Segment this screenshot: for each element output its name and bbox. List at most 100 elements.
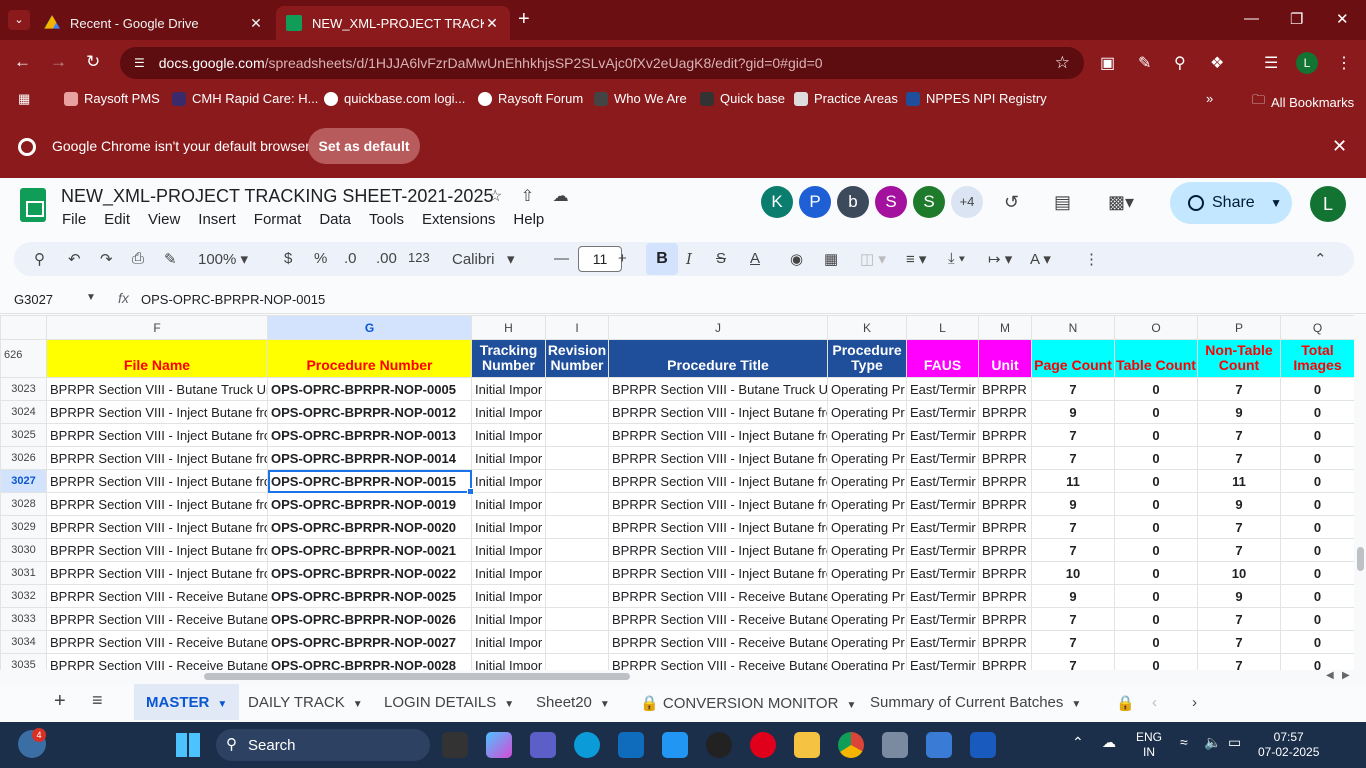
header-cell[interactable]: Table Count (1114, 339, 1198, 378)
table-cell[interactable]: Initial Impor (471, 469, 546, 493)
table-cell[interactable]: 7 (1197, 446, 1281, 470)
decrease-font-size-icon[interactable]: — (554, 250, 569, 267)
table-cell[interactable]: 9 (1197, 400, 1281, 424)
header-cell[interactable]: Procedure Title (608, 339, 828, 378)
reload-icon[interactable]: ↻ (86, 52, 100, 72)
row-number[interactable]: 3034 (0, 630, 47, 654)
format-currency-button[interactable]: $ (284, 250, 292, 267)
row-number[interactable]: 3025 (0, 423, 47, 447)
header-cell[interactable]: Unit (978, 339, 1032, 378)
table-cell[interactable]: BPRPR Section VIII - Inject Butane frc (46, 400, 268, 424)
table-cell[interactable]: 7 (1031, 446, 1115, 470)
table-cell[interactable]: Initial Impor (471, 584, 546, 608)
table-cell[interactable]: East/Termir (906, 515, 979, 539)
account-avatar[interactable]: L (1310, 186, 1346, 222)
row-number[interactable]: 3028 (0, 492, 47, 516)
redo-icon[interactable]: ↷ (100, 250, 113, 268)
share-dropdown-chevron-icon[interactable]: ▼ (1270, 196, 1282, 210)
zoom-icon[interactable]: ⚲ (1174, 53, 1186, 73)
table-cell[interactable]: BPRPR Section VIII - Receive Butane f (46, 653, 268, 670)
header-cell[interactable]: File Name (46, 339, 268, 378)
browser-menu-icon[interactable]: ⋮ (1336, 53, 1352, 73)
column-header-k[interactable]: K (827, 315, 907, 340)
collaborator-avatar[interactable]: S (913, 186, 945, 218)
row-number[interactable]: 3026 (0, 446, 47, 470)
table-cell[interactable]: BPRPR Section VIII - Receive Butane (608, 630, 828, 654)
menu-view[interactable]: View (148, 211, 180, 228)
move-folder-icon[interactable]: ⇧ (521, 188, 534, 205)
horizontal-align-icon[interactable]: ≡ ▾ (906, 250, 926, 268)
table-cell[interactable]: 10 (1197, 561, 1281, 585)
collapse-toolbar-chevron-icon[interactable]: ⌃ (1314, 250, 1327, 268)
table-cell[interactable] (545, 653, 609, 670)
table-cell[interactable] (545, 377, 609, 401)
table-cell[interactable]: 7 (1197, 538, 1281, 562)
table-cell[interactable]: OPS-OPRC-BPRPR-NOP-0012 (267, 400, 472, 424)
formula-input[interactable]: OPS-OPRC-BPRPR-NOP-0015 (141, 292, 325, 307)
more-collaborators-badge[interactable]: +4 (951, 186, 983, 218)
table-cell[interactable]: Operating Pr (827, 377, 907, 401)
table-cell[interactable]: 0 (1280, 607, 1354, 631)
text-rotation-icon[interactable]: A ▾ (1030, 250, 1051, 268)
table-cell[interactable]: 7 (1197, 653, 1281, 670)
table-cell[interactable]: Initial Impor (471, 538, 546, 562)
collaborator-avatar[interactable]: K (761, 186, 793, 218)
table-cell[interactable]: BPRPR Section VIII - Inject Butane frc (46, 446, 268, 470)
bookmark-cmh-rapid-care[interactable]: CMH Rapid Care: H... (172, 91, 318, 106)
table-cell[interactable]: Operating Pr (827, 561, 907, 585)
collaborator-avatar[interactable]: P (799, 186, 831, 218)
table-cell[interactable]: BPRPR (978, 561, 1032, 585)
font-size-input[interactable]: 11 (578, 246, 622, 272)
edge-icon[interactable] (574, 732, 600, 758)
table-cell[interactable]: OPS-OPRC-BPRPR-NOP-0022 (267, 561, 472, 585)
table-cell[interactable]: 0 (1114, 423, 1198, 447)
text-color-icon[interactable]: A (750, 250, 760, 267)
table-cell[interactable]: BPRPR Section VIII - Receive Butane f (46, 630, 268, 654)
table-cell[interactable]: East/Termir (906, 630, 979, 654)
table-cell[interactable]: 0 (1280, 492, 1354, 516)
column-header-g[interactable]: G (267, 315, 472, 340)
print-icon[interactable]: ⎙ (132, 250, 144, 267)
sheet-tab-login-details[interactable]: LOGIN DETAILS ▼ (384, 694, 514, 711)
table-cell[interactable] (545, 469, 609, 493)
table-cell[interactable]: BPRPR Section VIII - Inject Butane fro (608, 400, 828, 424)
table-cell[interactable]: OPS-OPRC-BPRPR-NOP-0013 (267, 423, 472, 447)
cloud-status-icon[interactable]: ☁ (553, 188, 569, 205)
table-cell[interactable]: 0 (1114, 446, 1198, 470)
vertical-scroll-thumb[interactable] (1357, 547, 1364, 571)
bookmark-star-icon[interactable]: ☆ (1055, 53, 1070, 73)
table-cell[interactable] (545, 561, 609, 585)
table-cell[interactable] (545, 446, 609, 470)
table-cell[interactable]: 0 (1114, 561, 1198, 585)
table-cell[interactable]: Initial Impor (471, 515, 546, 539)
name-box-dropdown-icon[interactable]: ▼ (86, 292, 96, 303)
header-cell[interactable]: Procedure Number (267, 339, 472, 378)
comments-icon[interactable]: ▤ (1054, 192, 1071, 213)
row-number[interactable]: 3035 (0, 653, 47, 670)
table-cell[interactable]: 7 (1031, 423, 1115, 447)
table-cell[interactable]: East/Termir (906, 400, 979, 424)
column-header-n[interactable]: N (1031, 315, 1115, 340)
table-cell[interactable]: Initial Impor (471, 377, 546, 401)
table-cell[interactable]: BPRPR Section VIII - Inject Butane frc (46, 561, 268, 585)
row-number[interactable]: 3033 (0, 607, 47, 631)
all-bookmarks-button[interactable]: 🗀 All Bookmarks (1252, 91, 1354, 113)
table-cell[interactable]: OPS-OPRC-BPRPR-NOP-0019 (267, 492, 472, 516)
table-cell[interactable] (545, 584, 609, 608)
table-cell[interactable]: East/Termir (906, 492, 979, 516)
table-cell[interactable] (545, 492, 609, 516)
address-bar[interactable]: ☰ docs.google.com/spreadsheets/d/1HJJA6l… (120, 47, 1084, 79)
table-cell[interactable] (545, 630, 609, 654)
table-cell[interactable]: BPRPR (978, 607, 1032, 631)
new-tab-button[interactable]: + (518, 8, 530, 31)
sheets-logo-icon[interactable] (20, 188, 46, 222)
column-header-o[interactable]: O (1114, 315, 1198, 340)
bookmark-practice-areas[interactable]: Practice Areas (794, 91, 898, 106)
more-bookmarks-chevron-icon[interactable]: » (1206, 91, 1213, 106)
table-cell[interactable]: BPRPR (978, 400, 1032, 424)
task-view-icon[interactable] (442, 732, 468, 758)
all-sheets-icon[interactable]: ≡ (92, 690, 103, 711)
search-menus-icon[interactable]: ⚲ (34, 250, 45, 268)
header-cell[interactable]: Procedure Type (827, 339, 907, 378)
row-number[interactable]: 3029 (0, 515, 47, 539)
